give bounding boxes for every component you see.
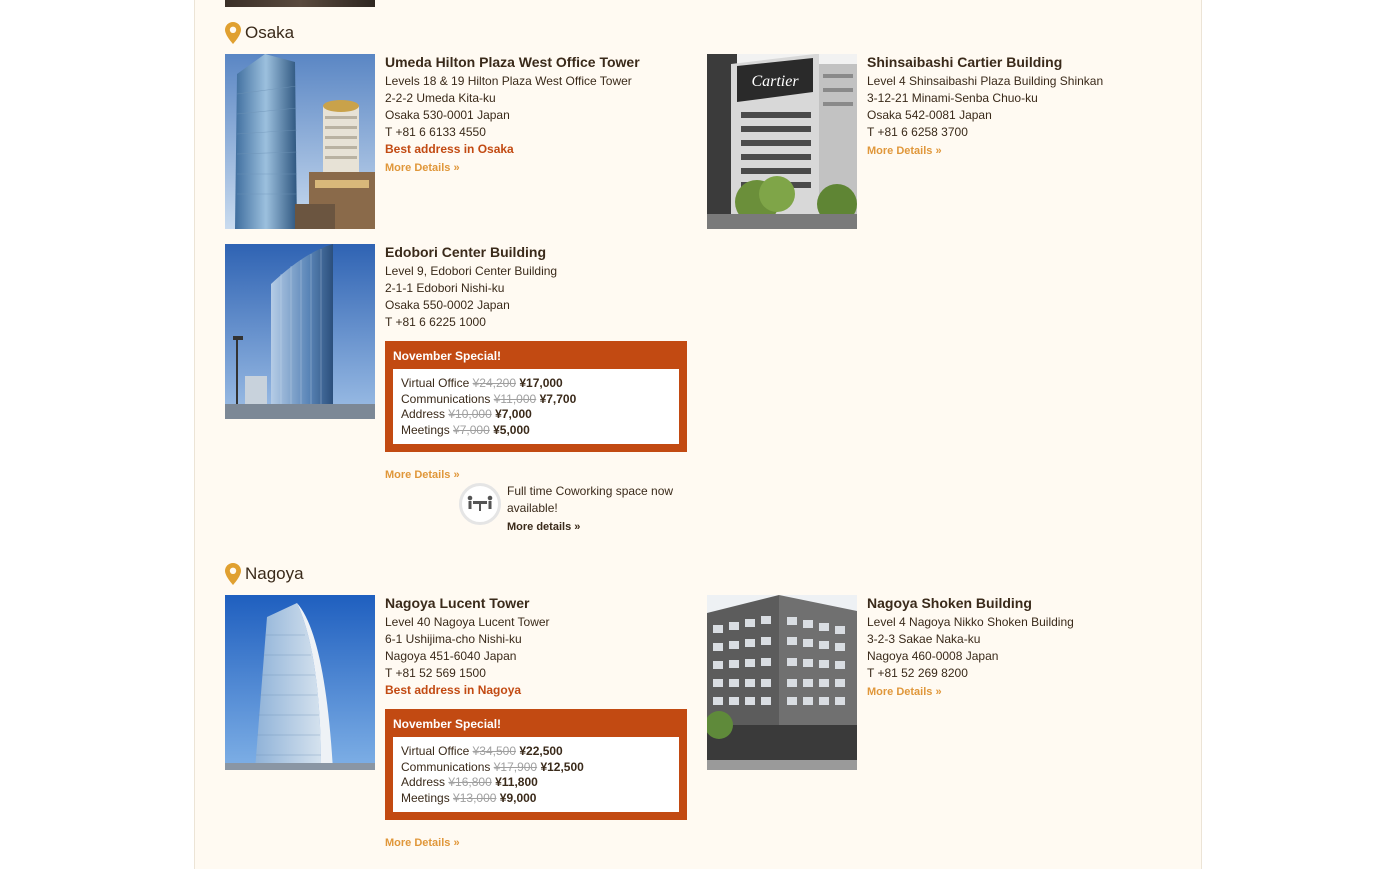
old-price: ¥34,500 — [472, 744, 516, 758]
price-row: Communications ¥17,900 ¥12,500 — [401, 760, 671, 776]
old-price: ¥13,000 — [453, 790, 497, 805]
address-line: Osaka 550-0002 Japan — [385, 298, 510, 312]
office-info-edobori: Edobori Center Building Level 9, Edobori… — [385, 243, 695, 331]
building-photo — [225, 54, 375, 229]
old-price: ¥24,200 — [472, 376, 516, 390]
office-info-shinsaibashi: Shinsaibashi Cartier Building Level 4 Sh… — [867, 53, 1167, 160]
special-price-list: Virtual Office ¥34,500 ¥22,500 Communica… — [393, 737, 679, 812]
coworking-notice: Full time Coworking space now available!… — [459, 483, 687, 536]
phone-line: T +81 52 569 1500 — [385, 666, 486, 680]
price-label: Virtual Office — [401, 744, 470, 758]
office-name[interactable]: Nagoya Lucent Tower — [385, 594, 695, 612]
special-price-list: Virtual Office ¥24,200 ¥17,000 Communica… — [393, 369, 679, 444]
office-photo-umeda[interactable] — [225, 54, 375, 229]
more-details-link[interactable]: More Details » — [385, 469, 460, 481]
location-pin-icon — [225, 22, 241, 44]
price-label: Communications — [401, 391, 491, 406]
price-row: Virtual Office ¥34,500 ¥22,500 — [401, 744, 671, 760]
more-details-link[interactable]: More Details » — [385, 160, 460, 177]
office-name[interactable]: Umeda Hilton Plaza West Office Tower — [385, 53, 695, 71]
new-price: ¥17,000 — [519, 376, 563, 390]
price-label: Communications — [401, 759, 491, 774]
address-line: Level 4 Nagoya Nikko Shoken Building — [867, 615, 1074, 629]
special-title: November Special! — [393, 349, 502, 363]
city-heading-nagoya: Nagoya — [225, 563, 304, 585]
address-line: 2-1-1 Edobori Nishi-ku — [385, 281, 505, 295]
building-photo: Cartier — [707, 54, 857, 229]
more-details-link[interactable]: More Details » — [385, 837, 460, 849]
old-price: ¥17,900 — [493, 759, 538, 774]
old-price: ¥16,800 — [448, 775, 492, 789]
special-title: November Special! — [393, 717, 502, 731]
new-price: ¥9,000 — [499, 790, 537, 805]
address-line: Nagoya 451-6040 Japan — [385, 649, 517, 663]
office-info-lucent: Nagoya Lucent Tower Level 40 Nagoya Luce… — [385, 594, 695, 699]
address-line: 6-1 Ushijima-cho Nishi-ku — [385, 632, 522, 646]
office-name[interactable]: Nagoya Shoken Building — [867, 594, 1167, 612]
address-line: 3-2-3 Sakae Naka-ku — [867, 632, 981, 646]
november-special-box: November Special! Virtual Office ¥24,200… — [385, 341, 687, 452]
city-name: Osaka — [245, 23, 295, 42]
office-photo-shoken[interactable] — [707, 595, 857, 770]
new-price: ¥7,700 — [539, 391, 577, 406]
new-price: ¥5,000 — [493, 422, 530, 437]
price-row: Address ¥10,000 ¥7,000 — [401, 407, 671, 423]
address-line: Level 40 Nagoya Lucent Tower — [385, 615, 550, 629]
price-label: Address — [401, 775, 446, 789]
office-info-umeda: Umeda Hilton Plaza West Office Tower Lev… — [385, 53, 695, 177]
coworking-icon — [459, 483, 501, 525]
building-photo — [225, 595, 375, 770]
november-special-box: November Special! Virtual Office ¥34,500… — [385, 709, 687, 820]
city-name: Nagoya — [245, 564, 304, 583]
best-address-label: Best address in Nagoya — [385, 683, 522, 697]
more-details-link[interactable]: More Details » — [867, 143, 942, 160]
address-line: Nagoya 460-0008 Japan — [867, 649, 999, 663]
address-line: Level 4 Shinsaibashi Plaza Building Shin… — [867, 74, 1104, 88]
old-price: ¥7,000 — [453, 422, 490, 437]
price-label: Meetings — [401, 790, 450, 805]
price-label: Virtual Office — [401, 376, 470, 390]
city-heading-osaka: Osaka — [225, 22, 294, 44]
office-photo-shinsaibashi[interactable]: Cartier — [707, 54, 857, 229]
location-pin-icon — [225, 563, 241, 585]
address-line: Level 9, Edobori Center Building — [385, 264, 558, 278]
coworking-text: Full time Coworking space now available! — [507, 484, 674, 515]
price-row: Virtual Office ¥24,200 ¥17,000 — [401, 376, 671, 392]
more-details-link[interactable]: More Details » — [867, 684, 942, 701]
phone-line: T +81 6 6258 3700 — [867, 125, 968, 139]
price-row: Meetings ¥13,000 ¥9,000 — [401, 791, 671, 807]
cartier-sign: Cartier — [751, 73, 799, 90]
office-name[interactable]: Edobori Center Building — [385, 243, 695, 261]
office-name[interactable]: Shinsaibashi Cartier Building — [867, 53, 1167, 71]
old-price: ¥10,000 — [448, 407, 492, 421]
address-line: Osaka 542-0081 Japan — [867, 108, 992, 122]
new-price: ¥12,500 — [540, 759, 584, 774]
previous-photo-edge — [225, 0, 375, 7]
address-line: Levels 18 & 19 Hilton Plaza West Office … — [385, 74, 632, 88]
office-photo-edobori[interactable] — [225, 244, 375, 419]
phone-line: T +81 6 6225 1000 — [385, 315, 486, 329]
new-price: ¥11,800 — [495, 775, 538, 789]
office-info-shoken: Nagoya Shoken Building Level 4 Nagoya Ni… — [867, 594, 1167, 701]
coworking-more-link[interactable]: More details » — [507, 519, 687, 536]
phone-line: T +81 6 6133 4550 — [385, 125, 486, 139]
price-label: Address — [401, 407, 446, 421]
address-line: Osaka 530-0001 Japan — [385, 108, 510, 122]
price-row: Address ¥16,800 ¥11,800 — [401, 775, 671, 791]
new-price: ¥22,500 — [519, 744, 563, 758]
address-line: 2-2-2 Umeda Kita-ku — [385, 91, 496, 105]
new-price: ¥7,000 — [495, 407, 532, 421]
phone-line: T +81 52 269 8200 — [867, 666, 968, 680]
price-label: Meetings — [401, 422, 450, 437]
price-row: Communications ¥11,000 ¥7,700 — [401, 392, 671, 408]
building-photo — [225, 244, 375, 419]
price-row: Meetings ¥7,000 ¥5,000 — [401, 423, 671, 439]
old-price: ¥11,000 — [493, 391, 537, 406]
address-line: 3-12-21 Minami-Senba Chuo-ku — [867, 91, 1038, 105]
building-photo — [707, 595, 857, 770]
best-address-label: Best address in Osaka — [385, 142, 514, 156]
office-photo-lucent[interactable] — [225, 595, 375, 770]
